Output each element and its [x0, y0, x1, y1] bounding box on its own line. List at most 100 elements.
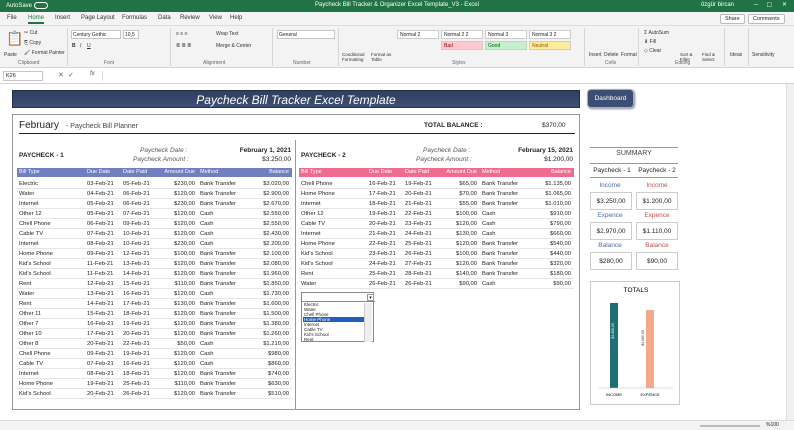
table-row[interactable]: Kid's School 11-Feb-21 13-Feb-21 $120,00 Ban…	[17, 259, 292, 269]
table-row[interactable]: Cable TV 07-Feb-21 16-Feb-21 $120,00 Cash $86…	[17, 359, 292, 369]
autosum-button[interactable]: Σ AutoSum	[644, 30, 669, 36]
table-cell[interactable]: $65,00	[439, 179, 477, 189]
tab-file[interactable]: File	[7, 15, 17, 21]
table-cell[interactable]: 06-Feb-21	[123, 189, 150, 199]
table-cell[interactable]: Bank Transfer	[482, 179, 518, 189]
copy-button[interactable]: ⎘ Copy	[24, 40, 41, 46]
table-row[interactable]: Home Phone 22-Feb-21 25-Feb-21 $120,00 Bank …	[299, 239, 574, 249]
table-row[interactable]: Other 12 19-Feb-21 22-Feb-21 $100,00 Cash $91…	[299, 209, 574, 219]
table-cell[interactable]: 09-Feb-21	[87, 349, 114, 359]
find-select-button[interactable]: Find & Select	[702, 52, 722, 62]
style-normal-3[interactable]: Normal 3	[485, 30, 527, 39]
table-cell[interactable]: 20-Feb-21	[123, 329, 150, 339]
sensitivity-button[interactable]: Sensitivity	[752, 52, 775, 58]
table-cell[interactable]: 25-Feb-21	[123, 379, 150, 389]
table-cell[interactable]: 16-Feb-21	[87, 319, 114, 329]
table-cell[interactable]: $230,00	[157, 199, 195, 209]
table-cell[interactable]: $2.080,00	[247, 259, 289, 269]
format-painter-button[interactable]: 🖌 Format Painter	[24, 50, 65, 56]
table-cell[interactable]: Bank Transfer	[482, 259, 518, 269]
table-cell[interactable]: 11-Feb-21	[87, 259, 113, 269]
table-cell[interactable]: $1.210,00	[247, 339, 289, 349]
table-cell[interactable]: 26-Feb-21	[123, 389, 150, 399]
table-cell[interactable]: 13-Feb-21	[123, 259, 150, 269]
table-cell[interactable]: 05-Feb-21	[87, 209, 114, 219]
bill-type-dropdown[interactable]: ▾ Electric Water Chell Phone Home Phone Inte…	[301, 292, 375, 342]
table-cell[interactable]: $1.380,00	[247, 319, 289, 329]
table-cell[interactable]: Cash	[200, 359, 214, 369]
table-cell[interactable]: $2.100,00	[247, 249, 289, 259]
table-cell[interactable]: $630,00	[247, 379, 289, 389]
table-cell[interactable]: $2.550,00	[247, 219, 289, 229]
table-cell[interactable]: Cash	[200, 239, 214, 249]
align-icons[interactable]: ≡ ≡ ≡	[176, 31, 188, 37]
style-normal-2[interactable]: Normal 2	[397, 30, 439, 39]
table-cell[interactable]: 08-Feb-21	[87, 369, 114, 379]
tab-formulas[interactable]: Formulas	[122, 15, 147, 21]
table-cell[interactable]: $130,00	[439, 229, 477, 239]
user-name[interactable]: özgür bircan	[701, 2, 734, 8]
table-cell[interactable]: $1.850,00	[247, 279, 289, 289]
table-cell[interactable]: Other 12	[19, 209, 42, 219]
table-cell[interactable]: 15-Feb-21	[123, 279, 150, 289]
table-cell[interactable]: Bank Transfer	[200, 189, 236, 199]
table-cell[interactable]: $90,00	[529, 279, 571, 289]
table-cell[interactable]: Other 12	[301, 209, 324, 219]
table-cell[interactable]: Cash	[200, 209, 214, 219]
table-cell[interactable]: Cash	[200, 349, 214, 359]
formula-input[interactable]	[102, 71, 782, 81]
bold-button[interactable]: B	[72, 43, 76, 49]
table-cell[interactable]: $120,00	[157, 369, 195, 379]
table-cell[interactable]: Water	[19, 289, 34, 299]
cut-button[interactable]: ✂ Cut	[24, 30, 37, 36]
table-cell[interactable]: $540,00	[529, 239, 571, 249]
table-cell[interactable]: 21-Feb-21	[369, 229, 396, 239]
style-neutral[interactable]: Neutral	[529, 41, 571, 50]
table-row[interactable]: Kid's School 24-Feb-21 27-Feb-21 $120,00 Ban…	[299, 259, 574, 269]
comments-button[interactable]: Comments	[748, 14, 785, 24]
style-normal-3-2[interactable]: Normal 3 2	[529, 30, 571, 39]
table-cell[interactable]: Kid's School	[19, 259, 51, 269]
table-cell[interactable]: Bank Transfer	[200, 329, 236, 339]
table-row[interactable]: Kid's School 11-Feb-21 14-Feb-21 $120,00 Ban…	[17, 269, 292, 279]
table-cell[interactable]: 19-Feb-21	[405, 179, 432, 189]
table-cell[interactable]: $120,00	[157, 189, 195, 199]
table-cell[interactable]: 07-Feb-21	[87, 229, 114, 239]
table-cell[interactable]: $120,00	[157, 349, 195, 359]
table-cell[interactable]: $55,00	[439, 199, 477, 209]
table-cell[interactable]: 25-Feb-21	[405, 239, 432, 249]
table-cell[interactable]: Cash	[200, 289, 214, 299]
table-cell[interactable]: $130,00	[157, 299, 195, 309]
name-box[interactable]: K26	[3, 71, 43, 81]
table-cell[interactable]: Internet	[19, 239, 39, 249]
table-cell[interactable]: $1.960,00	[247, 269, 289, 279]
table-cell[interactable]: $120,00	[157, 389, 195, 399]
table-cell[interactable]: $120,00	[157, 309, 195, 319]
table-cell[interactable]: Other 11	[19, 309, 41, 319]
dashboard-button[interactable]: Dashboard	[587, 89, 634, 108]
table-cell[interactable]: 18-Feb-21	[123, 369, 150, 379]
table-cell[interactable]: $660,00	[529, 229, 571, 239]
table-cell[interactable]: Cash	[200, 229, 214, 239]
table-row[interactable]: Other 7 16-Feb-21 19-Feb-21 $120,00 Bank Tra…	[17, 319, 292, 329]
table-cell[interactable]: $120,00	[157, 219, 195, 229]
maximize-icon[interactable]: ☐	[767, 2, 772, 9]
table-cell[interactable]: 24-Feb-21	[369, 259, 396, 269]
table-cell[interactable]: Cash	[200, 219, 214, 229]
table-cell[interactable]: Cable TV	[19, 359, 43, 369]
clear-button[interactable]: ◇ Clear	[644, 48, 661, 54]
table-cell[interactable]: $2.670,00	[247, 199, 289, 209]
table-cell[interactable]: $70,00	[439, 189, 477, 199]
delete-button[interactable]: Delete	[604, 52, 618, 58]
table-cell[interactable]: 13-Feb-21	[87, 289, 114, 299]
table-cell[interactable]: 08-Feb-21	[87, 239, 114, 249]
table-cell[interactable]: Other 10	[19, 329, 42, 339]
table-row[interactable]: Internet 18-Feb-21 21-Feb-21 $55,00 Bank Tra…	[299, 199, 574, 209]
table-cell[interactable]: $100,00	[157, 249, 195, 259]
table-cell[interactable]: Home Phone	[19, 379, 53, 389]
table-cell[interactable]: Rent	[19, 279, 31, 289]
style-normal-2-2[interactable]: Normal 2 2	[441, 30, 483, 39]
insert-function-button[interactable]: fx	[90, 71, 95, 77]
table-cell[interactable]: Bank Transfer	[200, 279, 236, 289]
table-cell[interactable]: Bank Transfer	[482, 239, 518, 249]
